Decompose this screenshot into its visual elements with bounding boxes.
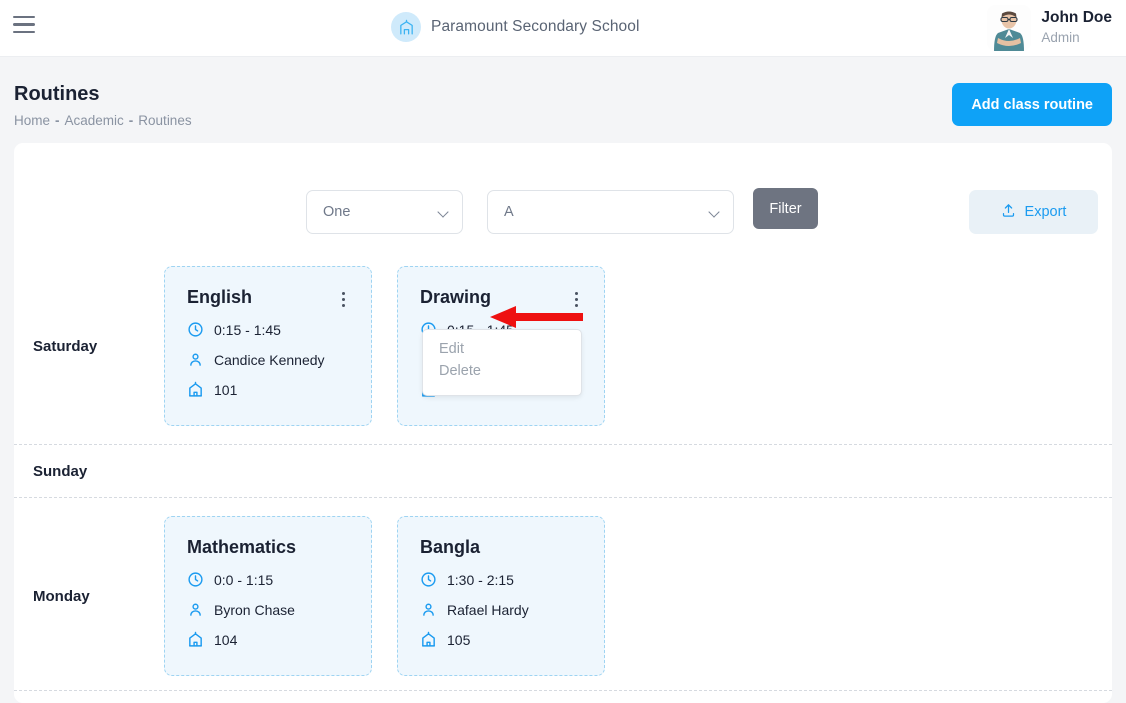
export-button[interactable]: Export (969, 190, 1098, 234)
breadcrumb-item-home[interactable]: Home (14, 113, 50, 128)
chevron-down-icon (439, 207, 450, 218)
routine-room: 105 (447, 632, 470, 648)
kebab-dot (342, 298, 345, 301)
export-label: Export (1025, 204, 1067, 220)
routine-teacher: Byron Chase (214, 602, 295, 618)
kebab-dot (342, 292, 345, 295)
clock-icon (187, 321, 204, 338)
routine-room-row: 101 (187, 381, 351, 398)
breadcrumb-separator: - (55, 113, 60, 128)
routine-teacher: Rafael Hardy (447, 602, 529, 618)
person-icon (187, 601, 204, 618)
house-icon (187, 381, 204, 398)
page-title: Routines (14, 83, 100, 106)
day-cards: English 0:15 - 1:45 Candice Kennedy 101 Draw… (164, 248, 1112, 444)
brand: Paramount Secondary School (391, 12, 640, 42)
school-building-icon (391, 12, 421, 42)
routine-teacher-row: Byron Chase (187, 601, 351, 618)
school-name: Paramount Secondary School (431, 18, 640, 36)
hamburger-bar (13, 31, 35, 33)
house-icon (187, 631, 204, 648)
routine-subject: English (187, 287, 252, 308)
kebab-dot (575, 304, 578, 307)
class-select[interactable]: One (306, 190, 463, 234)
routine-teacher-row: Candice Kennedy (187, 351, 351, 368)
day-label: Monday (14, 588, 164, 605)
breadcrumb: Home - Academic - Routines (14, 113, 192, 128)
clock-icon (187, 571, 204, 588)
house-icon (420, 631, 437, 648)
hamburger-bar (13, 16, 35, 18)
upload-icon (1001, 203, 1016, 222)
routine-card-header: Drawing (420, 287, 584, 308)
class-select-value: One (323, 204, 439, 220)
breadcrumb-item-routines[interactable]: Routines (138, 113, 191, 128)
day-cards (164, 445, 1112, 497)
routine-card[interactable]: Drawing0:15 - 1:45Candice Kennedy104Edit… (397, 266, 605, 426)
routine-room-row: 104 (187, 631, 351, 648)
routine-room: 101 (214, 382, 237, 398)
clock-icon (420, 571, 437, 588)
routine-day-row: Monday Mathematics 0:0 - 1:15 Byron Chase 10… (14, 497, 1112, 694)
page-heading-band: Routines Home - Academic - Routines Add … (0, 57, 1126, 143)
routine-grid: Saturday English 0:15 - 1:45 Candice Kenned… (14, 248, 1112, 694)
routine-card-dropdown-menu: EditDelete (422, 329, 582, 396)
routine-card[interactable]: English 0:15 - 1:45 Candice Kennedy 101 (164, 266, 372, 426)
routine-card-menu-button[interactable] (335, 290, 351, 308)
section-select[interactable]: A (487, 190, 734, 234)
routine-teacher-row: Rafael Hardy (420, 601, 584, 618)
user-name: John Doe (1041, 9, 1112, 26)
routine-room-row: 105 (420, 631, 584, 648)
user-text: John Doe Admin (1041, 8, 1112, 48)
user-menu[interactable]: John Doe Admin (987, 5, 1112, 51)
routine-time-row: 0:0 - 1:15 (187, 571, 351, 588)
hamburger-icon[interactable] (13, 16, 35, 33)
routine-time-row: 0:15 - 1:45 (187, 321, 351, 338)
routine-card[interactable]: Bangla 1:30 - 2:15 Rafael Hardy 105 (397, 516, 605, 676)
hamburger-bar (13, 23, 35, 25)
routine-room: 104 (214, 632, 237, 648)
routine-subject: Bangla (420, 537, 480, 558)
breadcrumb-separator: - (129, 113, 134, 128)
routine-card-menu-button[interactable] (568, 290, 584, 308)
routine-teacher: Candice Kennedy (214, 352, 325, 368)
menu-item-edit[interactable]: Edit (423, 338, 581, 360)
top-navbar: Paramount Secondary School John Doe Admi… (0, 0, 1126, 57)
person-icon (187, 351, 204, 368)
chevron-down-icon (710, 207, 721, 218)
routine-card-header: Mathematics (187, 537, 351, 558)
routine-card[interactable]: Mathematics 0:0 - 1:15 Byron Chase 104 (164, 516, 372, 676)
routine-day-row: Sunday (14, 444, 1112, 497)
day-label: Saturday (14, 338, 164, 355)
routine-time: 0:0 - 1:15 (214, 572, 273, 588)
avatar (987, 5, 1031, 51)
kebab-dot (342, 304, 345, 307)
routine-time-row: 1:30 - 2:15 (420, 571, 584, 588)
grid-bottom-divider (14, 690, 1112, 691)
routine-card-header: Bangla (420, 537, 584, 558)
routine-subject: Drawing (420, 287, 491, 308)
person-icon (420, 601, 437, 618)
routine-time: 1:30 - 2:15 (447, 572, 514, 588)
day-label: Sunday (14, 463, 164, 480)
breadcrumb-item-academic[interactable]: Academic (65, 113, 124, 128)
kebab-dot (575, 292, 578, 295)
routine-time: 0:15 - 1:45 (214, 322, 281, 338)
routine-day-row: Saturday English 0:15 - 1:45 Candice Kenned… (14, 248, 1112, 444)
routine-card-header: English (187, 287, 351, 308)
add-class-routine-button[interactable]: Add class routine (952, 83, 1112, 126)
filter-button[interactable]: Filter (753, 188, 818, 229)
user-role: Admin (1041, 30, 1079, 45)
day-cards: Mathematics 0:0 - 1:15 Byron Chase 104 Bangl… (164, 498, 1112, 694)
routine-subject: Mathematics (187, 537, 296, 558)
section-select-value: A (504, 204, 710, 220)
menu-item-delete[interactable]: Delete (423, 360, 581, 382)
content-panel: One A Filter Export Saturday English 0:15 … (14, 143, 1112, 703)
kebab-dot (575, 298, 578, 301)
